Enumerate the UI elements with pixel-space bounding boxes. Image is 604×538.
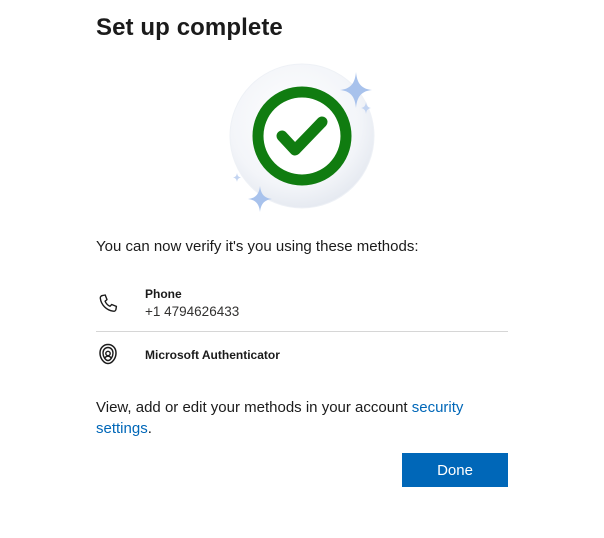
phone-icon xyxy=(99,294,118,312)
method-item-phone: Phone +1 4794626433 xyxy=(96,284,508,332)
authenticator-icon xyxy=(99,343,117,365)
setup-complete-page: Set up complete You can now verify it's … xyxy=(0,0,604,538)
success-checkmark-icon xyxy=(229,63,375,212)
footer-suffix: . xyxy=(147,420,152,437)
intro-text: You can now verify it's you using these … xyxy=(96,238,419,255)
footer-prefix: View, add or edit your methods in your a… xyxy=(96,399,412,416)
method-phone-name: Phone xyxy=(145,287,182,301)
security-settings-note: View, add or edit your methods in your a… xyxy=(96,397,506,439)
done-button[interactable]: Done xyxy=(402,453,508,487)
method-item-authenticator: Microsoft Authenticator xyxy=(96,338,508,370)
method-phone-number: +1 4794626433 xyxy=(145,304,240,319)
method-authenticator-name: Microsoft Authenticator xyxy=(145,348,280,362)
page-title: Set up complete xyxy=(96,14,283,41)
